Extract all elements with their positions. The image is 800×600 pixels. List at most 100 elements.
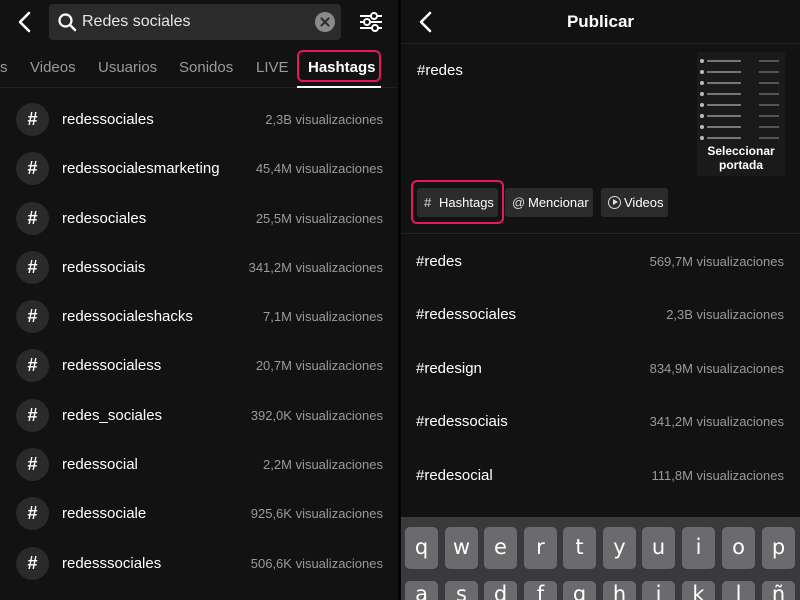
search-query[interactable]: Redes sociales (82, 13, 191, 31)
key-k[interactable]: k (682, 581, 715, 600)
cover-thumbnail[interactable]: Seleccionar portada (697, 52, 785, 176)
hashtag-views: 25,5M visualizaciones (255, 210, 383, 226)
publish-header: Publicar (401, 0, 800, 44)
hashtags-chip-label: Hashtags (439, 195, 494, 210)
key-g[interactable]: g (563, 581, 596, 600)
hashtag-result-row[interactable]: # redessocialeshacks 7,1M visualizacione… (0, 292, 398, 341)
key-q[interactable]: q (405, 527, 438, 569)
search-results-panel: Redes sociales s Videos Usuarios Sonidos… (0, 0, 398, 600)
thumbnail-line (700, 91, 782, 97)
page-title: Publicar (566, 12, 635, 31)
hashtag-icon: # (16, 103, 49, 136)
key-o[interactable]: o (722, 527, 755, 569)
tab-hashtags-label: Hashtags (308, 59, 376, 76)
key-i[interactable]: i (682, 527, 715, 569)
key-y[interactable]: y (603, 527, 636, 569)
key-f[interactable]: f (524, 581, 557, 600)
thumbnail-line (700, 124, 782, 130)
caption-input[interactable]: #redes (417, 62, 463, 79)
suggestion-row[interactable]: #redes 569,7M visualizaciones (401, 234, 800, 287)
hashtag-name: redessocial (62, 456, 138, 474)
hashtag-icon: # (16, 201, 49, 235)
key-r[interactable]: r (524, 527, 557, 569)
tab-top[interactable]: s (0, 59, 8, 76)
hashtag-icon: # (16, 250, 49, 284)
hashtag-result-row[interactable]: # redesssociales 506,6K visualizaciones (0, 539, 398, 588)
hashtag-result-row[interactable]: # redes_sociales 392,0K visualizaciones (0, 391, 398, 440)
key-e[interactable]: e (484, 527, 517, 569)
play-circle-icon (608, 196, 621, 209)
hashtag-views: 45,4M visualizaciones (255, 161, 383, 177)
suggestion-name: #redes (416, 253, 462, 270)
hashtag-views: 341,2M visualizaciones (248, 259, 383, 275)
suggestion-row[interactable]: #redessociais 341,2M visualizaciones (401, 394, 800, 447)
filter-sliders-icon[interactable] (358, 10, 384, 34)
hashtag-views: 20,7M visualizaciones (255, 358, 383, 374)
hashtag-result-row[interactable]: # redessociale 925,6K visualizaciones (0, 489, 398, 538)
search-icon (58, 13, 77, 32)
videos-chip-button[interactable]: Videos (601, 188, 668, 217)
key-a[interactable]: a (405, 581, 438, 600)
hashtag-icon: # (16, 300, 49, 334)
search-tabs: s Videos Usuarios Sonidos LIVE Hashtags (0, 44, 398, 88)
hashtags-chip-button[interactable]: # Hashtags (417, 188, 498, 217)
suggestion-views: 834,9M visualizaciones (649, 360, 784, 376)
mention-chip-label: Mencionar (528, 195, 589, 210)
hashtag-result-row[interactable]: # redessociais 341,2M visualizaciones (0, 243, 398, 292)
tab-hashtags[interactable]: Hashtags (297, 50, 381, 82)
thumbnail-line (700, 113, 782, 119)
hashtag-views: 7,1M visualizaciones (263, 309, 383, 325)
hashtag-icon: # (16, 546, 49, 580)
key-s[interactable]: s (445, 581, 478, 600)
suggestion-row[interactable]: #redesign 834,9M visualizaciones (401, 341, 800, 394)
hashtag-result-row[interactable]: # redessociales 2,3B visualizaciones (0, 95, 398, 144)
hashtag-name: redessociais (62, 258, 146, 276)
suggestion-row[interactable]: #redesocial 111,8M visualizaciones (401, 448, 800, 501)
hashtag-result-row[interactable]: # redessocial 2,2M visualizaciones (0, 440, 398, 489)
hashtag-name: redessocialesmarketing (62, 160, 220, 178)
chevron-left-icon[interactable] (14, 10, 36, 34)
mention-chip-button[interactable]: @ Mencionar (505, 188, 593, 217)
hashtag-name: redes_sociales (62, 406, 163, 424)
thumbnail-line (700, 58, 782, 64)
key-w[interactable]: w (445, 527, 478, 569)
key-p[interactable]: p (762, 527, 795, 569)
thumbnail-line (700, 80, 782, 86)
thumbnail-line (700, 69, 782, 75)
clear-icon[interactable] (315, 12, 335, 32)
select-cover-label: Seleccionar portada (707, 144, 775, 172)
publish-panel: Publicar #redes Seleccionar portada # Ha… (401, 0, 800, 600)
key-n-tilde[interactable]: ñ (762, 581, 795, 600)
hashtag-icon: # (16, 448, 49, 482)
hashtag-name: redessocialeshacks (62, 308, 193, 326)
hashtag-name: redessociale (62, 505, 147, 523)
suggestion-name: #redessociales (416, 306, 517, 324)
hashtag-icon: # (16, 349, 49, 383)
tab-sounds[interactable]: Sonidos (179, 59, 233, 76)
suggestion-row[interactable]: #redessociales 2,3B visualizaciones (401, 287, 800, 340)
hashtag-result-row[interactable]: # redessocialesmarketing 45,4M visualiza… (0, 144, 398, 193)
key-t[interactable]: t (563, 527, 596, 569)
tab-users[interactable]: Usuarios (98, 59, 157, 76)
hashtag-name: redessociales (62, 111, 154, 128)
videos-chip-label: Videos (624, 195, 664, 210)
search-input[interactable]: Redes sociales (49, 4, 341, 40)
key-l[interactable]: l (722, 581, 755, 600)
hashtag-views: 2,3B visualizaciones (265, 112, 383, 127)
tab-videos[interactable]: Videos (30, 59, 76, 76)
active-tab-indicator (297, 86, 381, 88)
key-h[interactable]: h (603, 581, 636, 600)
hashtag-name: redesociales (62, 209, 147, 227)
key-j[interactable]: j (642, 581, 675, 600)
suggestion-views: 569,7M visualizaciones (649, 254, 784, 269)
key-d[interactable]: d (484, 581, 517, 600)
tab-live[interactable]: LIVE (256, 59, 289, 76)
hashtag-result-row[interactable]: # redesociales 25,5M visualizaciones (0, 194, 398, 243)
onscreen-keyboard: q w e r t y u i o p a s d f g h j k l ñ (401, 517, 800, 600)
suggestion-views: 111,8M visualizaciones (651, 467, 784, 483)
hashtag-result-row[interactable]: # redessocialess 20,7M visualizaciones (0, 341, 398, 390)
key-u[interactable]: u (642, 527, 675, 569)
thumbnail-line (700, 135, 782, 141)
suggestion-name: #redessociais (416, 413, 508, 431)
suggestion-views: 341,2M visualizaciones (649, 414, 784, 430)
